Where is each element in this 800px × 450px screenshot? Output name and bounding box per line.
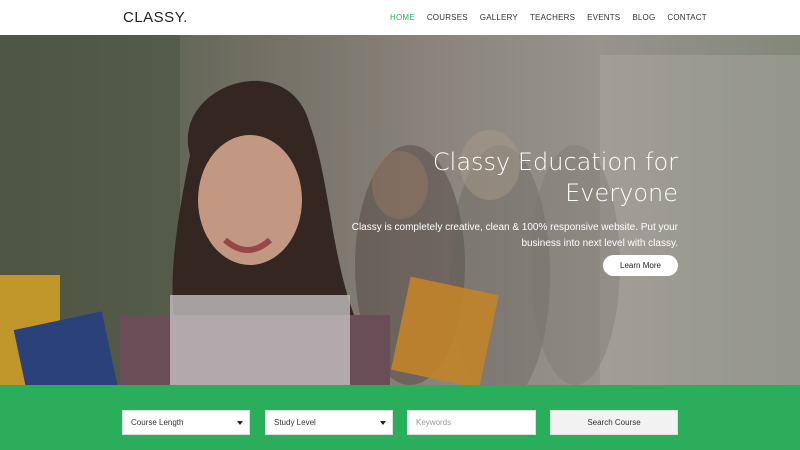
- nav-events[interactable]: EVENTS: [587, 13, 620, 22]
- hero-text-block: Classy Education for Everyone Classy is …: [348, 147, 678, 252]
- hero-title: Classy Education for Everyone: [432, 148, 678, 207]
- nav-gallery[interactable]: GALLERY: [480, 13, 518, 22]
- chevron-down-icon: [380, 421, 386, 425]
- study-level-select[interactable]: Study Level: [265, 410, 393, 435]
- site-header: CLASSY. HOME COURSES GALLERY TEACHERS EV…: [0, 0, 800, 35]
- chevron-down-icon: [237, 421, 243, 425]
- site-logo[interactable]: CLASSY.: [123, 9, 188, 26]
- nav-teachers[interactable]: TEACHERS: [530, 13, 575, 22]
- keywords-placeholder: Keywords: [416, 418, 452, 427]
- keywords-input[interactable]: Keywords: [407, 410, 536, 435]
- learn-more-button[interactable]: Learn More: [603, 255, 678, 276]
- nav-contact[interactable]: CONTACT: [667, 13, 706, 22]
- main-nav: HOME COURSES GALLERY TEACHERS EVENTS BLO…: [384, 0, 713, 35]
- course-search-bar: Course Length Study Level Keywords Searc…: [0, 385, 800, 450]
- course-length-select[interactable]: Course Length: [122, 410, 250, 435]
- nav-home[interactable]: HOME: [390, 13, 415, 22]
- study-level-label: Study Level: [274, 418, 316, 427]
- course-length-label: Course Length: [131, 418, 184, 427]
- hero-subtitle: Classy is completely creative, clean & 1…: [351, 222, 678, 249]
- nav-courses[interactable]: COURSES: [427, 13, 468, 22]
- search-course-button[interactable]: Search Course: [550, 410, 678, 435]
- nav-blog[interactable]: BLOG: [632, 13, 655, 22]
- hero-section: Classy Education for Everyone Classy is …: [0, 35, 800, 385]
